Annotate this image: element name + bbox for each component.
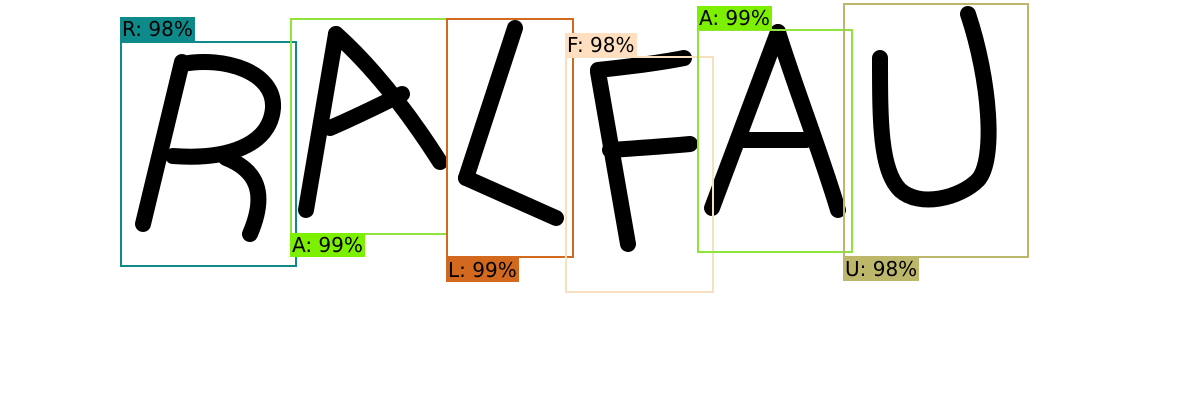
bbox-r [120, 41, 297, 267]
label-tag-a-1: A: 99% [290, 233, 365, 257]
label-tag-r: R: 98% [120, 17, 195, 41]
detection-canvas: R: 98% A: 99% L: 99% F: 98% A: 99% U: 98… [0, 0, 1200, 420]
bbox-l [446, 18, 574, 258]
label-tag-a-2: A: 99% [697, 6, 772, 30]
bbox-u [843, 3, 1029, 258]
label-tag-l: L: 99% [446, 258, 519, 282]
bbox-a-1 [290, 18, 448, 235]
label-tag-f: F: 98% [565, 33, 637, 57]
bbox-a-2 [697, 29, 853, 253]
label-tag-u: U: 98% [843, 257, 920, 281]
bbox-f [565, 56, 714, 293]
